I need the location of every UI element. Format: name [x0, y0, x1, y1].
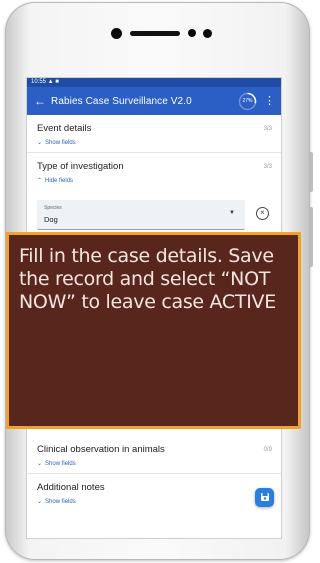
hide-fields-toggle[interactable]: ⌃ Hide fields [37, 177, 271, 184]
show-fields-toggle[interactable]: ⌄ Show fields [37, 498, 271, 505]
more-vert-icon[interactable]: ⋮ [264, 94, 275, 107]
light-sensor [203, 29, 212, 38]
proximity-sensor [188, 29, 196, 37]
section-count: 0/9 [263, 447, 272, 453]
dropdown-arrow-icon[interactable]: ▼ [229, 210, 235, 216]
front-camera [111, 28, 122, 39]
app-bar: ← Rabies Case Surveillance V2.0 27% ⋮ [27, 87, 281, 115]
toggle-label: Hide fields [45, 178, 74, 184]
show-fields-toggle[interactable]: ⌄ Show fields [37, 460, 271, 467]
lower-sections: Clinical observation in animals 0/9 ⌄ Sho… [27, 436, 281, 511]
instruction-overlay: Fill in the case details. Save the recor… [6, 232, 301, 429]
show-fields-toggle[interactable]: ⌄ Show fields [37, 139, 271, 146]
section-clinical-observation[interactable]: Clinical observation in animals 0/9 ⌄ Sho… [27, 436, 281, 474]
power-button [310, 207, 313, 267]
back-arrow-icon[interactable]: ← [29, 94, 51, 108]
save-icon [260, 493, 269, 501]
chevron-up-icon: ⌃ [37, 178, 43, 184]
section-type-of-investigation[interactable]: Type of investigation 3/3 ⌃ Hide fields [27, 153, 281, 190]
volume-button [310, 152, 313, 192]
clear-icon[interactable]: × [256, 207, 269, 220]
save-button[interactable] [255, 488, 274, 507]
earpiece-speaker [130, 31, 180, 36]
toggle-label: Show fields [45, 499, 76, 505]
toggle-label: Show fields [45, 461, 76, 467]
instruction-text: Fill in the case details. Save the recor… [19, 245, 276, 313]
section-count: 3/3 [263, 164, 272, 170]
section-count: 3/3 [263, 126, 272, 132]
species-value: Dog [44, 215, 58, 224]
species-label: Species [44, 205, 62, 211]
status-bar: 10:55 ▲ ■ [27, 78, 281, 87]
section-additional-notes[interactable]: Additional notes ⌄ Show fields [27, 474, 281, 511]
progress-indicator: 27% [238, 92, 257, 111]
section-title: Additional notes [37, 482, 105, 493]
progress-percent: 27% [242, 98, 253, 104]
app-title: Rabies Case Surveillance V2.0 [51, 95, 192, 107]
species-field[interactable]: Species Dog ▼ × [37, 200, 269, 230]
section-title: Clinical observation in animals [37, 444, 165, 455]
section-event-details[interactable]: Event details 3/3 ⌄ Show fields [27, 115, 281, 153]
chevron-down-icon: ⌄ [37, 461, 43, 467]
section-title: Type of investigation [37, 161, 124, 172]
chevron-down-icon: ⌄ [37, 499, 43, 505]
chevron-down-icon: ⌄ [37, 140, 43, 146]
toggle-label: Show fields [45, 140, 76, 146]
section-title: Event details [37, 123, 92, 134]
